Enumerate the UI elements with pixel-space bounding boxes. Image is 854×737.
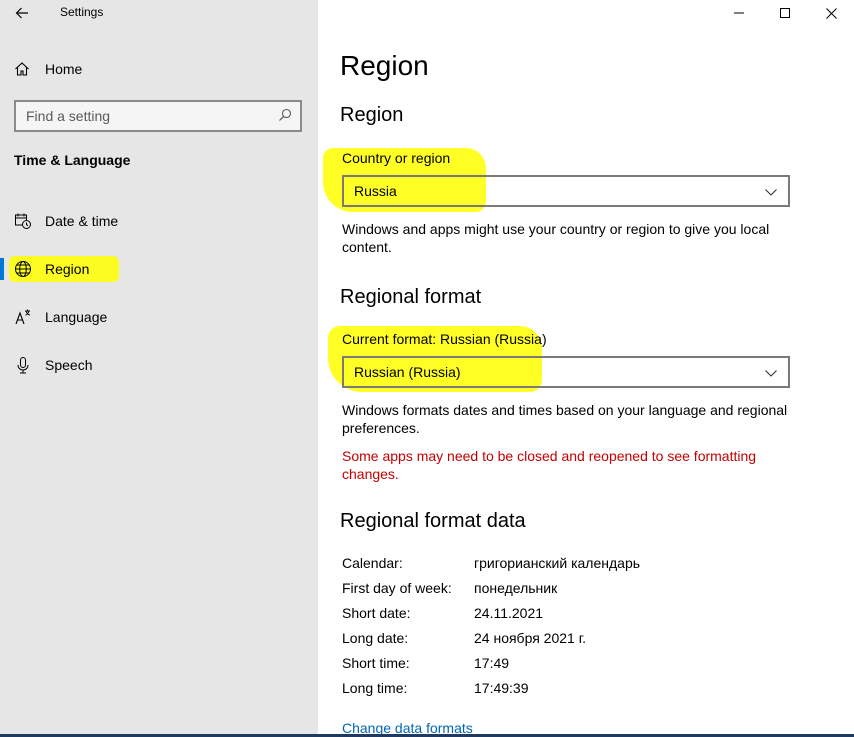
format-data-row: Long date: 24 ноября 2021 г.	[342, 630, 822, 650]
sidebar-item-label: Region	[45, 261, 90, 277]
close-icon	[825, 7, 837, 19]
search-icon[interactable]	[278, 108, 292, 127]
format-data-value: понедельник	[474, 580, 558, 596]
main-content: Region Region Country or region Russia W…	[318, 0, 854, 737]
back-button[interactable]	[8, 0, 36, 26]
chevron-down-icon	[765, 189, 777, 196]
maximize-icon	[780, 8, 790, 18]
format-data-value: 24.11.2021	[474, 605, 544, 621]
chevron-down-icon	[765, 370, 777, 377]
app-title: Settings	[60, 5, 104, 19]
close-button[interactable]	[808, 0, 854, 26]
sidebar-item-label: Date & time	[45, 213, 119, 229]
region-heading: Region	[340, 104, 404, 126]
home-label: Home	[45, 61, 83, 77]
format-data-key: Short time:	[342, 655, 410, 671]
country-label: Country or region	[342, 150, 451, 166]
section-label: Time & Language	[14, 152, 131, 168]
back-arrow-icon	[15, 7, 28, 19]
sidebar: Settings Home Time & Language Date & tim…	[0, 0, 318, 737]
home-nav-item[interactable]: Home	[0, 50, 318, 88]
format-data-row: Short date: 24.11.2021	[342, 605, 822, 625]
sidebar-item-label: Speech	[45, 357, 93, 373]
active-indicator	[0, 258, 4, 280]
format-data-key: Short date:	[342, 605, 411, 621]
format-data-key: Long time:	[342, 680, 408, 696]
format-data-value: 17:49	[474, 655, 510, 671]
format-data-key: Long date:	[342, 630, 409, 646]
format-data-key: Calendar:	[342, 555, 403, 571]
language-icon	[14, 308, 32, 326]
sidebar-item-language[interactable]: Language	[0, 297, 318, 337]
search-box[interactable]	[14, 100, 302, 132]
minimize-button[interactable]	[716, 0, 762, 26]
format-data-row: Calendar: григорианский календарь	[342, 555, 822, 575]
globe-icon	[14, 260, 32, 278]
format-data-row: First day of week: понедельник	[342, 580, 822, 600]
format-dropdown[interactable]: Russian (Russia)	[342, 356, 790, 388]
maximize-button[interactable]	[762, 0, 808, 26]
country-value: Russia	[354, 183, 397, 199]
format-value: Russian (Russia)	[354, 364, 461, 380]
calendar-clock-icon	[14, 212, 32, 230]
sidebar-item-region[interactable]: Region	[0, 249, 318, 289]
format-data-value: 17:49:39	[474, 680, 529, 696]
country-description: Windows and apps might use your country …	[342, 221, 770, 255]
format-description: Windows formats dates and times based on…	[342, 402, 788, 436]
format-data-value: 24 ноября 2021 г.	[474, 630, 586, 646]
home-icon	[15, 62, 29, 76]
country-dropdown[interactable]: Russia	[342, 175, 790, 207]
sidebar-item-label: Language	[45, 309, 108, 325]
format-warning: Some apps may need to be closed and reop…	[342, 448, 757, 482]
current-format-label: Current format: Russian (Russia)	[342, 331, 547, 347]
format-data-value: григорианский календарь	[474, 555, 641, 571]
format-heading: Regional format	[340, 286, 482, 308]
search-input[interactable]	[26, 108, 266, 124]
sidebar-item-speech[interactable]: Speech	[0, 345, 318, 385]
microphone-icon	[14, 356, 32, 374]
format-data-key: First day of week:	[342, 580, 452, 596]
format-data-row: Long time: 17:49:39	[342, 680, 822, 700]
page-title: Region	[340, 50, 429, 81]
format-data-heading: Regional format data	[340, 510, 526, 532]
minimize-icon	[734, 12, 744, 14]
sidebar-item-date-time[interactable]: Date & time	[0, 201, 318, 241]
format-data-row: Short time: 17:49	[342, 655, 822, 675]
